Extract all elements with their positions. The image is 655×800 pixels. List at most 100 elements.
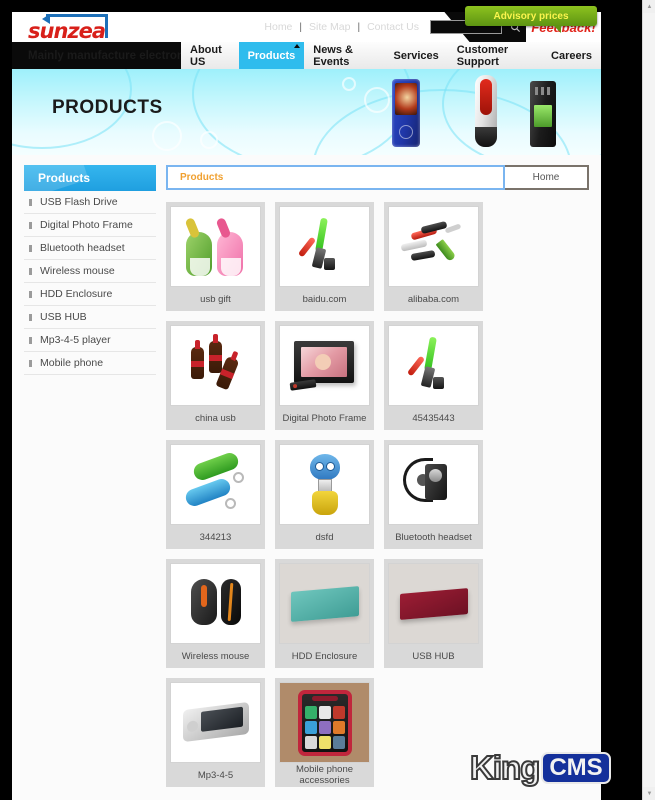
sidebar-item-label: USB HUB [40, 311, 87, 323]
product-card[interactable]: USB HUB [384, 559, 483, 668]
bullet-icon [29, 221, 32, 229]
usb-hub-art-icon [395, 569, 473, 639]
product-label: alibaba.com [407, 293, 460, 305]
product-card[interactable]: Digital Photo Frame [275, 321, 374, 430]
nav-item-customer-support[interactable]: Customer Support [448, 42, 542, 69]
banner-bubble-3 [364, 87, 390, 113]
product-grid: usb gift baidu.com alibaba.com china usb… [166, 202, 589, 787]
sidebar-item-digital-photo-frame[interactable]: Digital Photo Frame [24, 214, 156, 237]
nav-item-about-us[interactable]: About US [181, 42, 239, 69]
scroll-up-arrow-icon[interactable]: ▲ [643, 0, 655, 13]
bullet-icon [29, 198, 32, 206]
product-card[interactable]: china usb [166, 321, 265, 430]
logo-arrow-stem-icon [105, 16, 108, 38]
product-image [388, 325, 479, 406]
product-label: 45435443 [412, 412, 455, 424]
banner-usb-player-image [530, 81, 556, 147]
product-label: HDD Enclosure [291, 650, 358, 662]
page-content: Products USB Flash Drive Digital Photo F… [12, 155, 601, 800]
banner-mp3-player-image [392, 79, 420, 147]
product-label: dsfd [315, 531, 334, 543]
kingcms-king-label: King [469, 749, 541, 786]
sidebar-item-usb-hub[interactable]: USB HUB [24, 306, 156, 329]
main-column: Products Home usb gift baidu.com alibaba… [166, 165, 589, 787]
product-card[interactable]: Mobile phone accessories [275, 678, 374, 787]
product-card[interactable]: HDD Enclosure [275, 559, 374, 668]
advisory-prices-tab[interactable]: Advisory prices [465, 6, 597, 33]
product-card[interactable]: usb gift [166, 202, 265, 311]
sidebar-item-label: Wireless mouse [40, 265, 115, 277]
product-image [170, 682, 261, 763]
bluetooth-headset-art-icon [395, 450, 473, 520]
sidebar-item-bluetooth-headset[interactable]: Bluetooth headset [24, 237, 156, 260]
logo-arrow-icon [42, 14, 108, 25]
product-image [279, 206, 370, 287]
banner-bubble-1 [152, 121, 182, 151]
kingcms-cms-label: CMS [541, 752, 611, 784]
sidebar: Products USB Flash Drive Digital Photo F… [24, 165, 156, 787]
banner-wave-4 [442, 69, 601, 155]
bottle-opener-usb-art-icon [177, 450, 255, 520]
page-scrollbar[interactable]: ▲ ▼ [642, 0, 655, 800]
product-image [279, 444, 370, 525]
breadcrumb: Products Home [166, 165, 589, 190]
product-label: USB HUB [412, 650, 455, 662]
hdd-enclosure-art-icon [286, 569, 364, 639]
site-frame: sunzea Mainly manufacture electronic gif… [12, 6, 601, 800]
top-link-home[interactable]: Home [257, 21, 299, 33]
product-card[interactable]: 45435443 [384, 321, 483, 430]
product-card[interactable]: baidu.com [275, 202, 374, 311]
product-card[interactable]: alibaba.com [384, 202, 483, 311]
product-card[interactable]: Wireless mouse [166, 559, 265, 668]
nav-label-news-events: News & Events [313, 43, 353, 68]
banner-bubble-2 [200, 131, 218, 149]
bullet-icon [29, 313, 32, 321]
sidebar-item-mp3-4-5-player[interactable]: Mp3-4-5 player [24, 329, 156, 352]
scroll-down-arrow-icon[interactable]: ▼ [643, 787, 655, 800]
main-nav: About US Products News & Events Services… [181, 42, 601, 69]
cola-bottle-usb-art-icon [177, 331, 255, 401]
breadcrumb-home-label: Home [532, 172, 560, 183]
product-label: baidu.com [302, 293, 347, 305]
banner-device-screen [395, 83, 417, 115]
banner-pen-drive-image [475, 75, 497, 147]
product-card[interactable]: Mp3-4-5 [166, 678, 265, 787]
site-header: sunzea Mainly manufacture electronic gif… [12, 6, 601, 69]
sidebar-item-wireless-mouse[interactable]: Wireless mouse [24, 260, 156, 283]
product-image [279, 563, 370, 644]
nav-label-about-us: About US [190, 43, 222, 68]
sidebar-item-hdd-enclosure[interactable]: HDD Enclosure [24, 283, 156, 306]
product-card[interactable]: dsfd [275, 440, 374, 549]
sidebar-item-mobile-phone[interactable]: Mobile phone [24, 352, 156, 375]
banner-device-strip [480, 79, 492, 115]
breadcrumb-home-link[interactable]: Home [505, 165, 589, 190]
sidebar-item-label: Mp3-4-5 player [40, 334, 111, 346]
banner-bubble-4 [342, 77, 356, 91]
product-label: Wireless mouse [181, 650, 250, 662]
sidebar-heading-sheen [24, 165, 89, 191]
product-card[interactable]: 344213 [166, 440, 265, 549]
top-link-site-map[interactable]: Site Map [302, 21, 357, 33]
product-label: usb gift [200, 293, 231, 305]
bullet-icon [29, 336, 32, 344]
bullet-icon [29, 267, 32, 275]
product-label: 344213 [199, 531, 232, 543]
nav-item-services[interactable]: Services [385, 42, 448, 69]
breadcrumb-current-label: Products [180, 172, 224, 183]
nav-item-products[interactable]: Products [238, 42, 305, 69]
product-image [170, 206, 261, 287]
product-label: Mobile phone accessories [295, 764, 354, 786]
lightsaber-usb-art-icon [395, 331, 473, 401]
sidebar-item-usb-flash-drive[interactable]: USB Flash Drive [24, 191, 156, 214]
nav-item-news-events[interactable]: News & Events [304, 42, 384, 69]
product-card[interactable]: Bluetooth headset [384, 440, 483, 549]
product-image [170, 444, 261, 525]
nav-item-careers[interactable]: Careers [542, 42, 601, 69]
top-link-contact-us[interactable]: Contact Us [360, 21, 426, 33]
page-title: PRODUCTS [52, 97, 163, 118]
banner-device-speaker [535, 87, 551, 95]
browser-page: sunzea Mainly manufacture electronic gif… [0, 0, 655, 800]
site-logo[interactable]: sunzea [28, 14, 178, 42]
banner-device-wheel [399, 125, 413, 139]
kingcms-watermark: King CMS [469, 748, 611, 788]
